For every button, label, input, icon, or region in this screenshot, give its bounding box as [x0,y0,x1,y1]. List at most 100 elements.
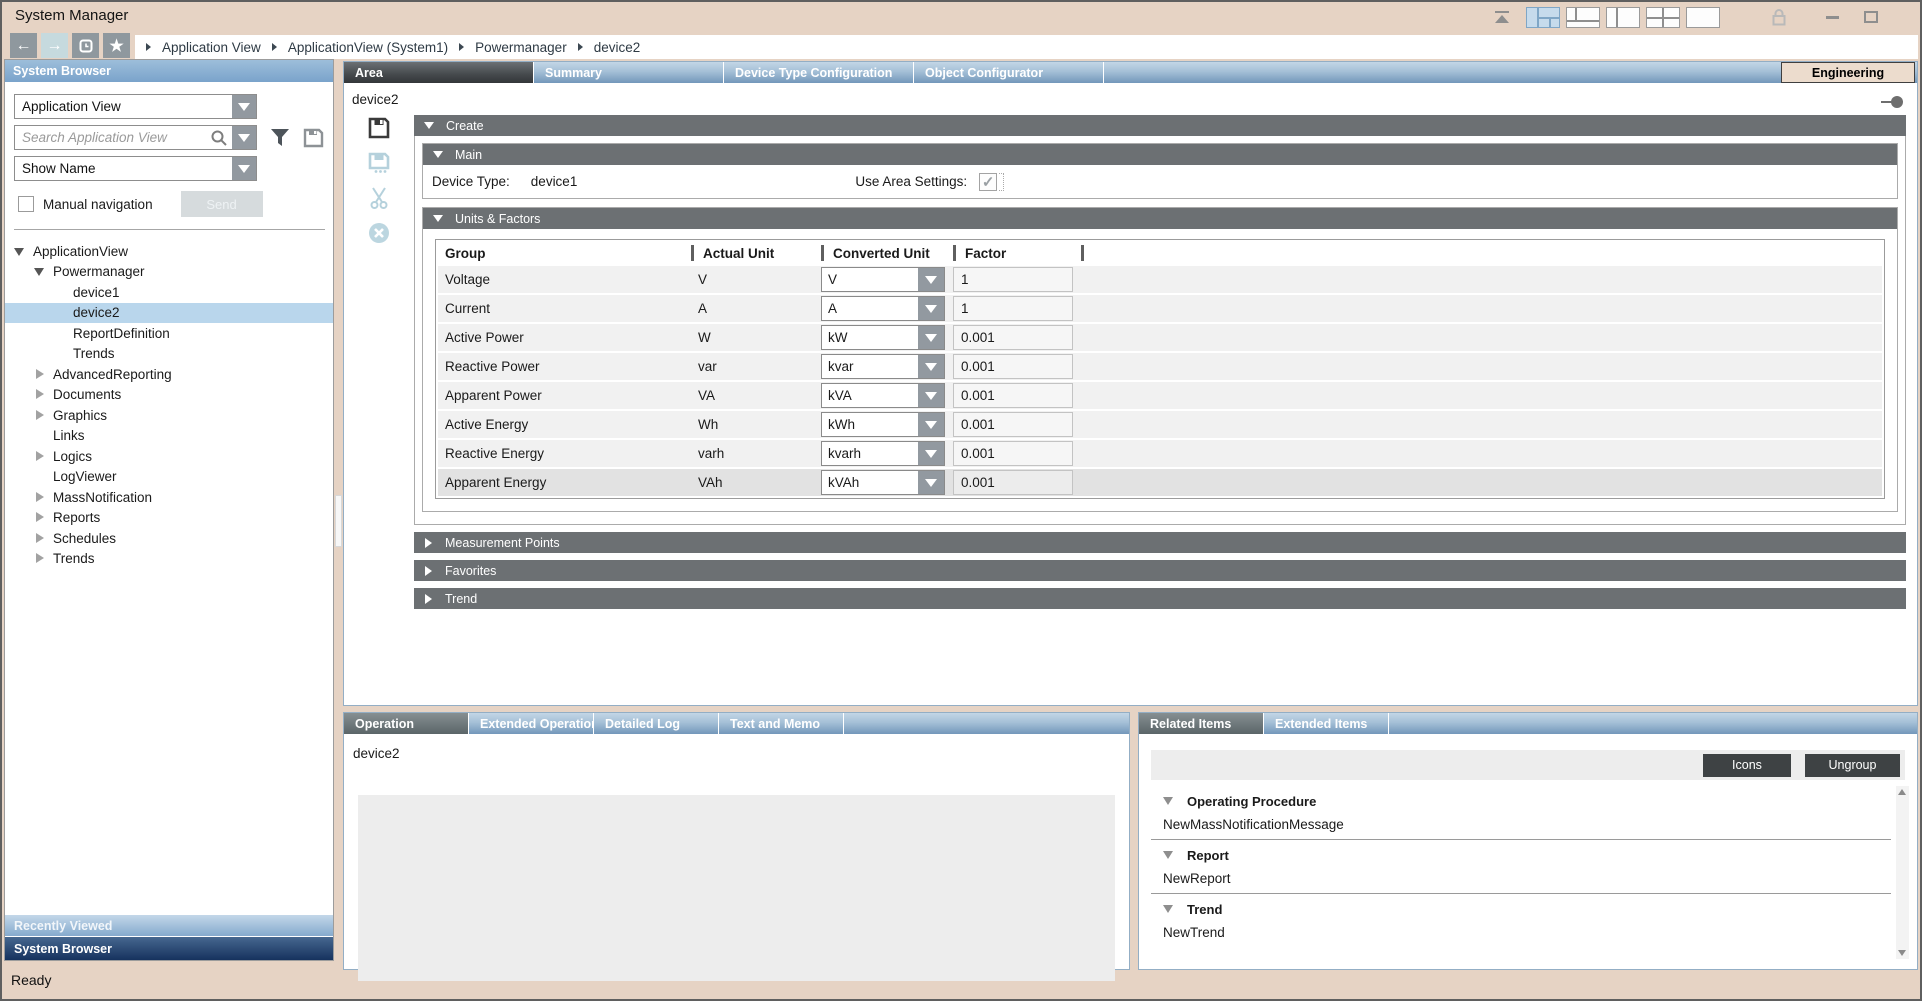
column-header-converted-unit[interactable]: Converted Unit [824,240,953,266]
related-group-header[interactable]: Operating Procedure [1151,789,1891,813]
factor-input[interactable]: 0.001 [953,441,1073,466]
tree-item[interactable]: Schedules [5,528,333,549]
layout-option-button[interactable] [1566,7,1600,28]
tab[interactable]: Operation [344,713,469,734]
lock-icon[interactable] [1772,9,1786,26]
tab[interactable]: Object Configurator [914,62,1104,83]
tree-expander-icon[interactable] [53,286,66,299]
collapse-panel-icon[interactable] [1494,10,1510,24]
tree-item[interactable]: LogViewer [5,467,333,488]
collapsed-section-header[interactable]: Trend [414,588,1906,609]
tree-expander-icon[interactable] [33,409,46,422]
minimize-icon[interactable] [1826,16,1839,19]
chevron-down-icon[interactable] [918,326,944,349]
tree-expander-icon[interactable] [53,306,66,319]
units-table-row[interactable]: Current A A [438,295,1882,322]
main-section-header[interactable]: Main [423,144,1897,165]
sidebar-scrollbar-thumb[interactable] [335,495,342,547]
recently-viewed-bar[interactable]: Recently Viewed [5,914,333,936]
units-table-row[interactable]: Active Energy Wh kWh [438,411,1882,438]
units-table-row[interactable]: Apparent Energy VAh kVAh [438,469,1882,496]
related-item[interactable]: NewMassNotificationMessage [1151,813,1891,836]
chevron-down-icon[interactable] [918,297,944,320]
converted-unit-dropdown[interactable]: kvarh [821,441,945,466]
converted-unit-dropdown[interactable]: kW [821,325,945,350]
tree-expander-icon[interactable] [33,532,46,545]
chevron-down-icon[interactable] [918,442,944,465]
converted-unit-dropdown[interactable]: kVA [821,383,945,408]
factor-input[interactable]: 0.001 [953,325,1073,350]
related-scrollbar[interactable] [1896,786,1909,959]
converted-unit-dropdown[interactable]: A [821,296,945,321]
tree-expander-icon[interactable] [53,327,66,340]
column-header-group[interactable]: Group [436,240,691,266]
search-icon[interactable] [210,129,230,147]
breadcrumb-item[interactable]: Application View [162,40,261,55]
tree-item[interactable]: ApplicationView [5,241,333,262]
tree-item[interactable]: Powermanager [5,262,333,283]
tree-expander-icon[interactable] [33,368,46,381]
chevron-down-icon[interactable] [918,268,944,291]
system-browser-bar[interactable]: System Browser [5,936,333,960]
pin-icon[interactable] [1881,96,1903,108]
scroll-up-icon[interactable] [1898,789,1906,795]
tree-expander-icon[interactable] [33,450,46,463]
scroll-down-icon[interactable] [1898,950,1906,956]
back-icon[interactable]: ← [10,33,37,58]
cancel-icon[interactable] [368,222,390,244]
ungroup-button[interactable]: Ungroup [1805,754,1900,777]
tree-expander-icon[interactable] [33,511,46,524]
related-item[interactable]: NewTrend [1151,921,1891,944]
breadcrumb-item[interactable]: Powermanager [475,40,567,55]
filter-icon[interactable] [270,128,290,147]
tree-expander-icon[interactable] [33,470,46,483]
chevron-down-icon[interactable] [918,471,944,494]
tab[interactable]: Related Items [1139,713,1264,734]
forward-icon[interactable]: → [41,33,68,58]
factor-input[interactable]: 1 [953,296,1073,321]
layout-option-button[interactable] [1606,7,1640,28]
view-selector-dropdown[interactable]: Application View [14,94,257,119]
tab[interactable]: Detailed Log [594,713,719,734]
layout-option-button[interactable] [1646,7,1680,28]
cut-icon[interactable] [368,187,390,209]
tree-item[interactable]: ReportDefinition [5,323,333,344]
related-group-header[interactable]: Report [1151,843,1891,867]
save-as-icon[interactable] [368,152,390,174]
manual-navigation-checkbox[interactable] [18,196,34,212]
factor-input[interactable]: 0.001 [953,470,1073,495]
tree-expander-icon[interactable] [33,388,46,401]
history-icon[interactable] [72,33,99,58]
column-header-actual-unit[interactable]: Actual Unit [694,240,821,266]
tree-item[interactable]: Trends [5,344,333,365]
tree-item[interactable]: device1 [5,282,333,303]
factor-input[interactable]: 1 [953,267,1073,292]
tab[interactable]: Text and Memo [719,713,844,734]
search-input[interactable]: Search Application View [14,125,257,150]
layout-option-button[interactable] [1526,7,1560,28]
units-table-row[interactable]: Apparent Power VA kVA [438,382,1882,409]
tab[interactable]: Summary [534,62,724,83]
tab[interactable]: Area [344,62,534,83]
tree-item[interactable]: MassNotification [5,487,333,508]
engineering-mode-button[interactable]: Engineering [1781,62,1915,83]
tree-item[interactable]: Links [5,426,333,447]
chevron-down-icon[interactable] [918,355,944,378]
related-item[interactable]: NewReport [1151,867,1891,890]
units-factors-header[interactable]: Units & Factors [423,208,1897,229]
send-button[interactable]: Send [181,191,263,217]
layout-option-button[interactable] [1686,7,1720,28]
tree-item[interactable]: Documents [5,385,333,406]
save-filter-icon[interactable] [303,128,324,148]
tab[interactable]: Extended Operation [469,713,594,734]
collapsed-section-header[interactable]: Measurement Points [414,532,1906,553]
chevron-down-icon[interactable] [918,384,944,407]
column-header-factor[interactable]: Factor [956,240,1081,266]
chevron-down-icon[interactable] [232,95,256,118]
units-table-row[interactable]: Reactive Energy varh kvarh [438,440,1882,467]
use-area-settings-checkbox[interactable]: ✓ [979,173,997,191]
tree-expander-icon[interactable] [33,265,46,278]
factor-input[interactable]: 0.001 [953,354,1073,379]
chevron-down-icon[interactable] [232,157,256,180]
factor-input[interactable]: 0.001 [953,383,1073,408]
